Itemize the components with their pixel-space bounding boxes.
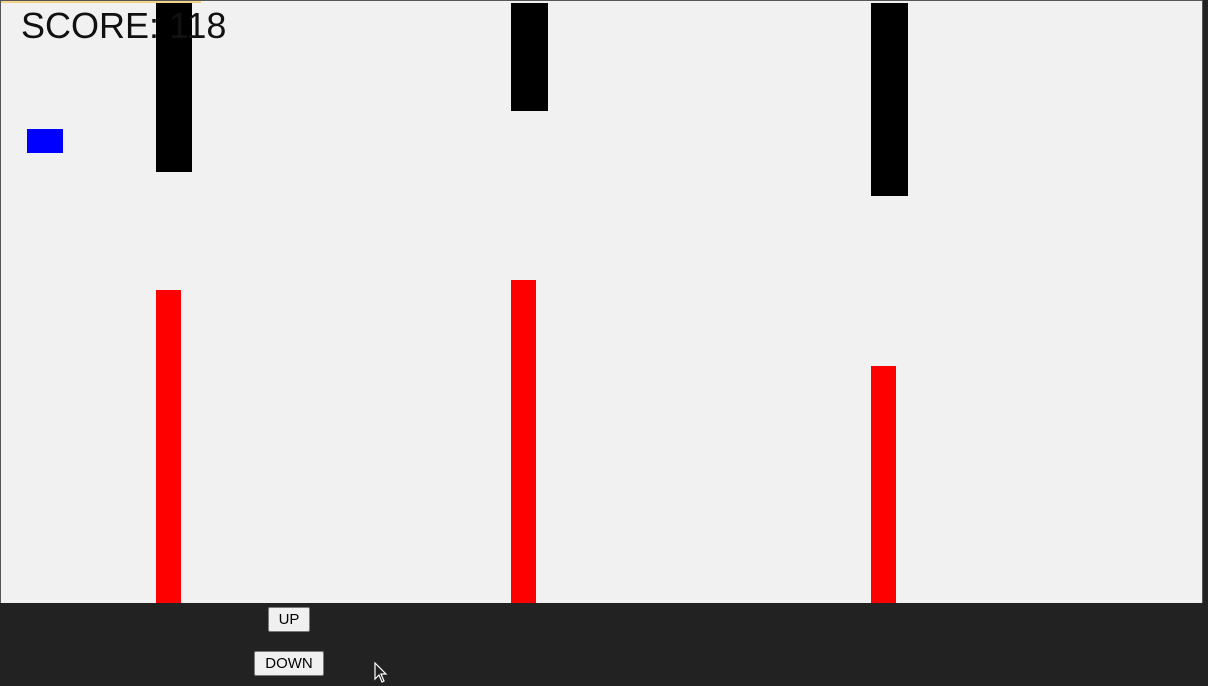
bottom-obstacle <box>871 366 896 603</box>
game-canvas[interactable]: SCORE: 118 <box>0 0 1203 603</box>
score-display: SCORE: 118 <box>21 5 227 46</box>
player-block <box>27 129 63 153</box>
bottom-obstacle <box>511 280 536 603</box>
bottom-obstacle <box>156 290 181 603</box>
mouse-cursor-icon <box>374 662 388 683</box>
down-button[interactable]: DOWN <box>254 651 324 676</box>
top-obstacle <box>511 3 548 111</box>
game-app: SCORE: 118 UP DOWN <box>0 0 1208 686</box>
top-obstacle <box>871 3 908 196</box>
up-button[interactable]: UP <box>268 607 310 632</box>
